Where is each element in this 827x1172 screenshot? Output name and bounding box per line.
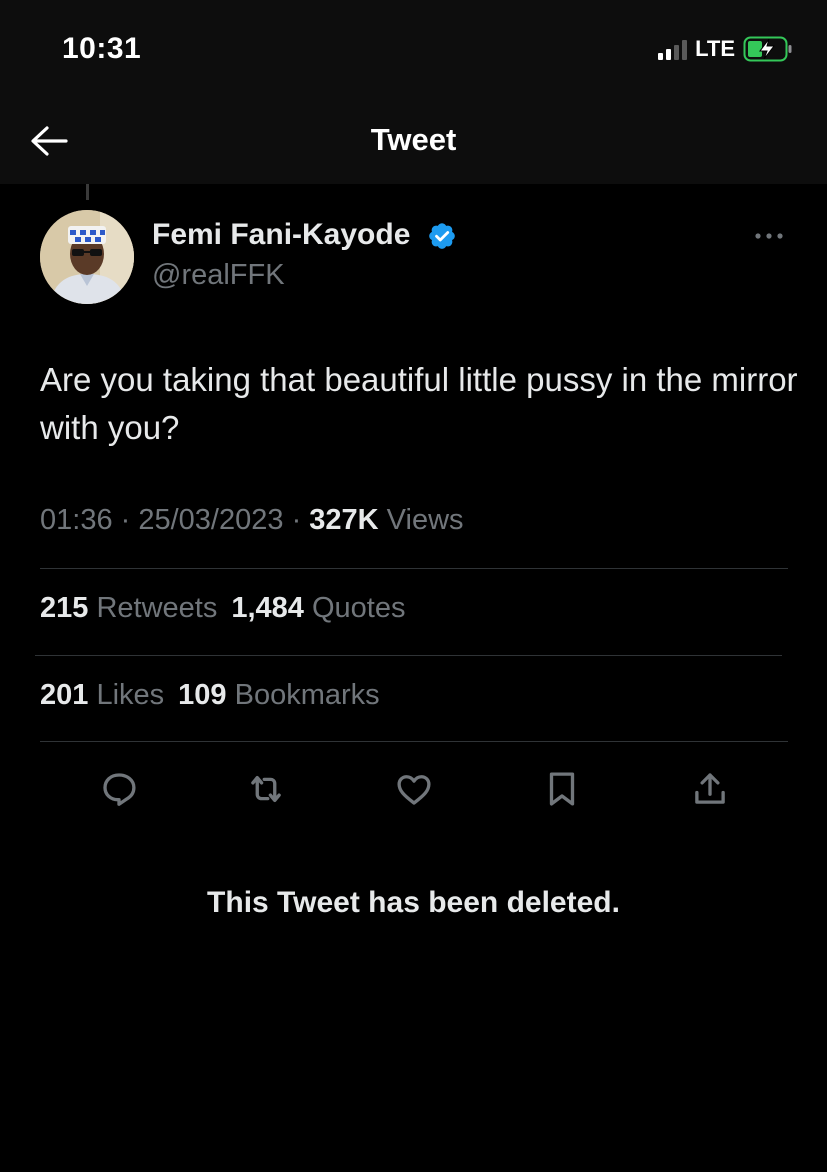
bookmarks-count: 109 <box>178 679 227 711</box>
bookmarks-label: Bookmarks <box>226 679 380 711</box>
likes-stat[interactable]: 201 Likes <box>40 679 164 711</box>
bookmark-button[interactable] <box>540 764 584 814</box>
top-nav-bar: Tweet <box>0 100 827 184</box>
quotes-label: Quotes <box>303 592 406 624</box>
retweets-stat[interactable]: 215 Retweets <box>40 592 217 624</box>
signal-strength-icon <box>658 38 688 60</box>
more-options-button[interactable] <box>752 222 788 250</box>
tweet-time[interactable]: 01:36 <box>40 504 113 536</box>
page-title: Tweet <box>370 122 457 157</box>
reply-button[interactable] <box>97 764 141 814</box>
retweets-label: Retweets <box>88 592 218 624</box>
share-button[interactable] <box>688 764 732 814</box>
engagement-stats-row: 215 Retweets 1,484 Quotes <box>40 592 405 625</box>
bookmarks-stat[interactable]: 109 Bookmarks <box>178 679 380 711</box>
like-button[interactable] <box>392 764 436 814</box>
reply-icon <box>103 773 136 806</box>
more-horizontal-icon <box>755 233 783 239</box>
retweet-button[interactable] <box>244 764 288 814</box>
thread-connector-line <box>86 184 89 200</box>
status-time: 10:31 <box>62 32 142 65</box>
tweet-date[interactable]: 25/03/2023 <box>138 504 283 536</box>
divider <box>40 741 788 742</box>
tweet-meta: 01:36 · 25/03/2023 · 327K Views <box>40 504 464 537</box>
likes-label: Likes <box>88 679 165 711</box>
status-bar: 10:31 LTE <box>0 0 827 100</box>
retweets-count: 215 <box>40 592 89 624</box>
divider <box>40 568 788 569</box>
author-handle[interactable]: @realFFK <box>152 259 285 292</box>
tweet-text: Are you taking that beautiful little pus… <box>40 361 798 446</box>
share-icon <box>695 773 725 804</box>
divider <box>35 655 782 656</box>
author-name[interactable]: Femi Fani-Kayode <box>152 218 410 252</box>
avatar[interactable] <box>40 210 134 304</box>
views-label: Views <box>378 504 464 536</box>
deleted-tweet-notice: This Tweet has been deleted. <box>207 886 620 919</box>
quotes-stat[interactable]: 1,484 Quotes <box>231 592 405 624</box>
heart-icon <box>397 775 431 805</box>
verified-badge-icon <box>427 221 457 251</box>
bookmark-icon <box>549 772 575 806</box>
views-count: 327K <box>309 504 379 536</box>
likes-count: 201 <box>40 679 89 711</box>
network-label: LTE <box>695 36 735 61</box>
meta-separator: · <box>283 504 310 536</box>
status-indicators: LTE <box>658 36 793 62</box>
tweet-actions-bar <box>0 764 827 816</box>
quotes-count: 1,484 <box>231 592 304 624</box>
retweet-icon <box>251 775 281 803</box>
battery-charging-icon <box>743 36 793 62</box>
meta-separator: · <box>112 504 139 536</box>
engagement-stats-row: 201 Likes 109 Bookmarks <box>40 679 380 712</box>
